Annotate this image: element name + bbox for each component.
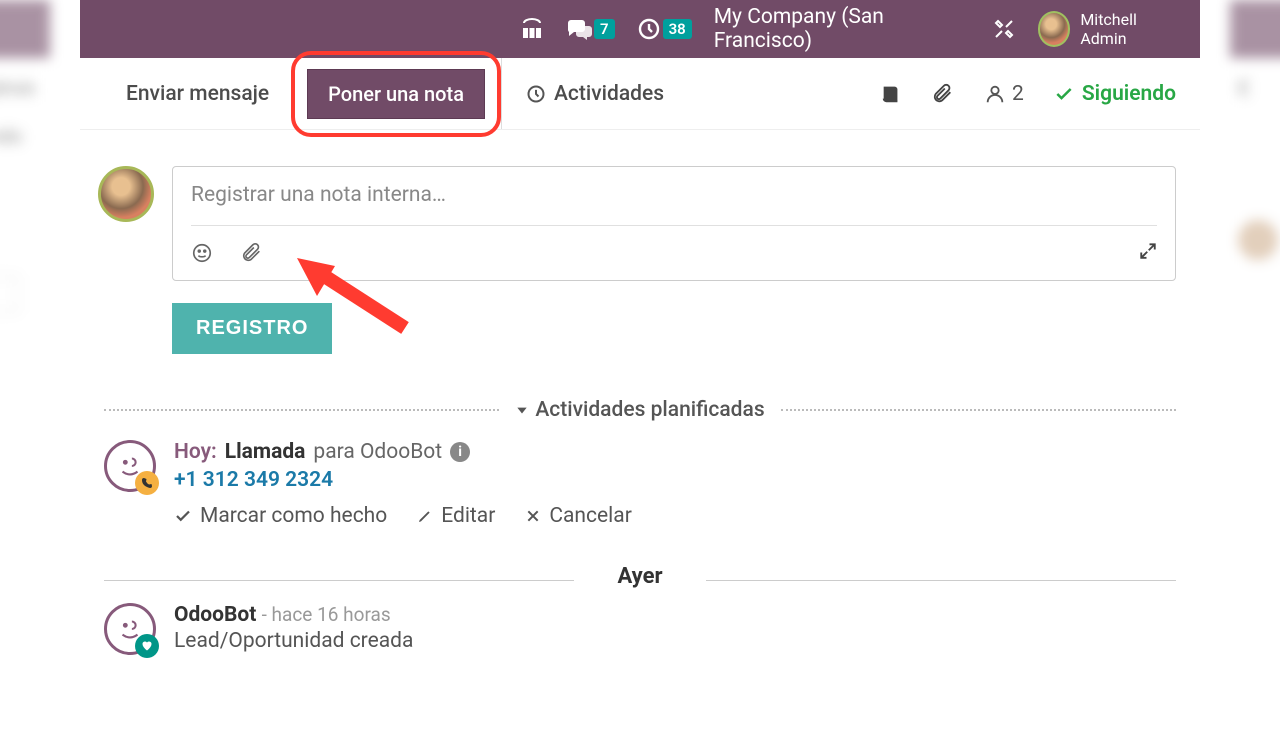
tab-log-note[interactable]: Poner una nota [307, 69, 485, 119]
person-icon [984, 83, 1006, 105]
followers-count: 2 [1012, 82, 1024, 106]
message-item: OdooBot - hace 16 horas Lead/Oportunidad… [80, 589, 1200, 655]
activity-phone-link[interactable]: +1 312 349 2324 [174, 468, 632, 492]
edit-button[interactable]: Editar [417, 504, 495, 528]
followers-button[interactable]: 2 [984, 82, 1024, 106]
clock-icon [526, 84, 546, 104]
book-icon[interactable] [880, 83, 902, 105]
check-icon [174, 507, 192, 525]
tab-activities[interactable]: Actividades [501, 58, 686, 129]
tab-send-message[interactable]: Enviar mensaje [104, 82, 291, 106]
attachment-icon[interactable] [932, 83, 954, 105]
pencil-icon [417, 508, 433, 524]
emoji-icon[interactable] [191, 242, 213, 264]
activities-badge: 38 [663, 19, 692, 39]
activity-assignee: para OdooBot [313, 440, 442, 464]
note-input[interactable]: Registrar una nota interna… [172, 166, 1176, 281]
odoobot-avatar-icon [104, 440, 156, 492]
cancel-button[interactable]: Cancelar [525, 504, 631, 528]
log-button[interactable]: REGISTRO [172, 303, 332, 354]
phone-voip-icon[interactable] [520, 17, 544, 41]
following-button[interactable]: Siguiendo [1054, 82, 1176, 106]
chatter-tabs: Enviar mensaje Poner una nota Actividade… [80, 58, 1200, 130]
day-divider-yesterday: Ayer [80, 528, 1200, 589]
activity-today-label: Hoy: [174, 440, 217, 464]
planned-activities-toggle[interactable]: Actividades planificadas [80, 398, 1200, 422]
chat-badge: 7 [594, 19, 615, 39]
message-author: OdooBot [174, 603, 256, 627]
company-selector[interactable]: My Company (San Francisco) [714, 5, 962, 53]
heart-badge-icon [135, 634, 159, 658]
discuss-icon[interactable]: 7 [566, 18, 615, 40]
info-icon[interactable]: i [450, 442, 470, 462]
odoobot-avatar-icon [104, 603, 156, 655]
message-text: Lead/Oportunidad creada [174, 629, 413, 653]
attach-icon[interactable] [241, 242, 263, 264]
topbar: 7 38 My Company (San Francisco) Mitchell… [80, 0, 1200, 58]
user-avatar-icon [1038, 11, 1071, 47]
note-placeholder: Registrar una nota interna… [191, 183, 1157, 226]
user-name: Mitchell Admin [1080, 10, 1176, 48]
current-user-avatar-icon [98, 166, 154, 222]
tools-icon[interactable] [992, 17, 1016, 41]
tab-log-note-highlight: Poner una nota [291, 51, 501, 137]
close-icon [525, 508, 541, 524]
activity-item: Hoy: Llamada para OdooBot i +1 312 349 2… [80, 422, 1200, 528]
compose-area: Registrar una nota interna… [80, 130, 1200, 303]
activities-clock-icon[interactable]: 38 [637, 17, 692, 41]
phone-badge-icon [135, 471, 159, 495]
message-time: - hace 16 horas [262, 603, 391, 626]
expand-icon[interactable] [1139, 242, 1157, 264]
user-menu[interactable]: Mitchell Admin [1038, 10, 1176, 48]
mark-done-button[interactable]: Marcar como hecho [174, 504, 387, 528]
activity-type: Llamada [225, 440, 306, 464]
check-icon [1054, 84, 1074, 104]
caret-down-icon [515, 403, 529, 417]
